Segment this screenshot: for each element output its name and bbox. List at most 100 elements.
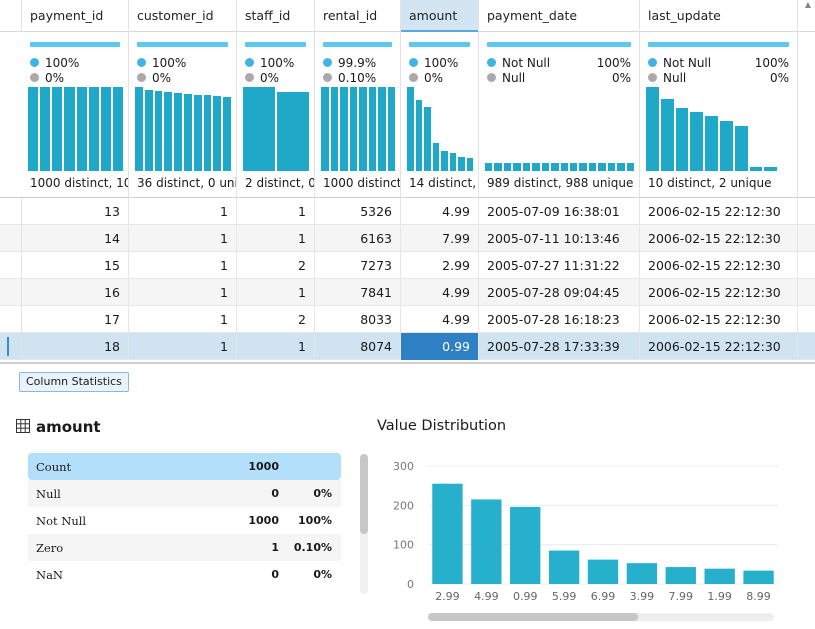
column-header-payment-date[interactable]: payment_date [479,0,640,32]
histogram-bar [321,87,329,171]
table-row[interactable]: 18 1 1 8074 0.99 2005-07-28 17:33:39 2006-02-1… [0,333,815,360]
histogram-bar [734,125,748,171]
cell-payment-date[interactable]: 2005-07-28 09:04:45 [479,279,640,306]
histogram-bar [135,87,143,171]
column-header-last-update[interactable]: last_update [640,0,798,32]
table-row[interactable]: 13 1 1 5326 4.99 2005-07-09 16:38:01 2006-02-1… [0,198,815,225]
cell-amount[interactable]: 7.99 [401,225,479,252]
cell-payment-date[interactable]: 2005-07-11 10:13:46 [479,225,640,252]
row-number-cell[interactable] [0,225,22,252]
stat-row[interactable] [28,588,341,615]
scrollbar-thumb[interactable] [360,454,368,534]
cell-amount[interactable]: 2.99 [401,252,479,279]
stat-row[interactable]: Zero 1 0.10% [28,534,341,561]
cell-payment-date[interactable]: 2005-07-27 11:31:22 [479,252,640,279]
histogram-bar [485,162,493,171]
cell-rental-id[interactable]: 8033 [315,306,401,333]
legend-label: 0% [152,71,172,85]
cell-staff-id[interactable]: 1 [237,279,315,306]
cell-customer-id[interactable]: 1 [129,252,237,279]
cell-payment-id[interactable]: 15 [22,252,129,279]
cell-staff-id[interactable]: 2 [237,306,315,333]
column-header-amount[interactable]: amount [401,0,479,32]
histogram-bar [560,162,568,171]
x-tick-label: 0.99 [513,590,538,603]
cell-payment-id[interactable]: 14 [22,225,129,252]
cell-rental-id[interactable]: 7841 [315,279,401,306]
stat-row[interactable]: Count 1000 [28,453,341,480]
cell-rental-id[interactable]: 5326 [315,198,401,225]
column-header-staff-id[interactable]: staff_id [237,0,315,32]
cell-payment-date[interactable]: 2005-07-28 16:18:23 [479,306,640,333]
row-number-cell[interactable] [0,333,22,360]
table-row[interactable]: 15 1 2 7273 2.99 2005-07-27 11:31:22 2006-02-1… [0,252,815,279]
cell-last-update[interactable]: 2006-02-15 22:12:30 [640,279,798,306]
histogram-bar [675,108,689,171]
cell-payment-id[interactable]: 18 [22,333,129,360]
not-null-progress-bar [137,42,228,47]
null-dot-icon [245,73,254,82]
cell-payment-id[interactable]: 17 [22,306,129,333]
cell-amount[interactable]: 4.99 [401,306,479,333]
cell-staff-id[interactable]: 2 [237,252,315,279]
chart-horizontal-scrollbar[interactable] [428,613,774,621]
stat-value: 0 [271,487,279,500]
legend-label: Not Null [502,56,551,70]
cell-last-update[interactable]: 2006-02-15 22:12:30 [640,252,798,279]
cell-last-update[interactable]: 2006-02-15 22:12:30 [640,225,798,252]
table-row[interactable]: 14 1 1 6163 7.99 2005-07-11 10:13:46 2006-02-1… [0,225,815,252]
cell-amount[interactable]: 4.99 [401,279,479,306]
stat-label: Zero [36,541,64,555]
cell-rental-id[interactable]: 6163 [315,225,401,252]
column-statistics-tab[interactable]: Column Statistics [19,372,129,392]
stat-label: NaN [36,568,63,582]
histogram-bar [690,112,704,171]
column-header-rental-id[interactable]: rental_id [315,0,401,32]
row-number-cell[interactable] [0,198,22,225]
not-null-progress-bar [30,42,120,47]
cell-last-update[interactable]: 2006-02-15 22:12:30 [640,306,798,333]
cell-payment-date[interactable]: 2005-07-09 16:38:01 [479,198,640,225]
stat-row[interactable]: Distinct14 [28,623,341,629]
row-number-cell[interactable] [0,306,22,333]
table-row[interactable]: 17 1 2 8033 4.99 2005-07-28 16:18:23 2006-02-1… [0,306,815,333]
histogram-bar [76,87,87,171]
stats-vertical-scrollbar[interactable] [360,454,368,594]
cell-payment-date[interactable]: 2005-07-28 17:33:39 [479,333,640,360]
not-null-progress-bar [323,42,392,47]
histogram-bar [387,87,395,171]
cell-customer-id[interactable]: 1 [129,225,237,252]
stat-row[interactable]: Not Null 1000 100% [28,507,341,534]
scroll-arrow-icon[interactable]: ▲ [801,0,815,10]
row-number-cell[interactable] [0,279,22,306]
cell-payment-id[interactable]: 13 [22,198,129,225]
scrollbar-thumb[interactable] [428,613,638,621]
not-null-legend: 100% [30,56,120,70]
cell-staff-id[interactable]: 1 [237,333,315,360]
cell-amount[interactable]: 0.99 [401,333,479,360]
not-null-dot-icon [648,58,657,67]
row-number-cell[interactable] [0,252,22,279]
cell-staff-id[interactable]: 1 [237,198,315,225]
cell-customer-id[interactable]: 1 [129,279,237,306]
stat-row[interactable]: NaN 0 0% [28,561,341,588]
cell-rental-id[interactable]: 8074 [315,333,401,360]
table-row[interactable]: 16 1 1 7841 4.99 2005-07-28 09:04:45 2006-02-1… [0,279,815,306]
cell-customer-id[interactable]: 1 [129,333,237,360]
cell-amount[interactable]: 4.99 [401,198,479,225]
cell-customer-id[interactable]: 1 [129,306,237,333]
cell-rental-id[interactable]: 7273 [315,252,401,279]
stat-label: Not Null [36,514,87,528]
cell-staff-id[interactable]: 1 [237,225,315,252]
cell-customer-id[interactable]: 1 [129,198,237,225]
table-icon [16,419,30,433]
cell-last-update[interactable]: 2006-02-15 22:12:30 [640,198,798,225]
legend-label: 100% [152,56,187,70]
cell-last-update[interactable]: 2006-02-15 22:12:30 [640,333,798,360]
histogram-bar [588,162,597,171]
cell-payment-id[interactable]: 16 [22,279,129,306]
column-header-customer-id[interactable]: customer_id [129,0,237,32]
histogram-bar [40,87,51,171]
column-header-payment-id[interactable]: payment_id [22,0,129,32]
stat-row[interactable]: Null 0 0% [28,480,341,507]
